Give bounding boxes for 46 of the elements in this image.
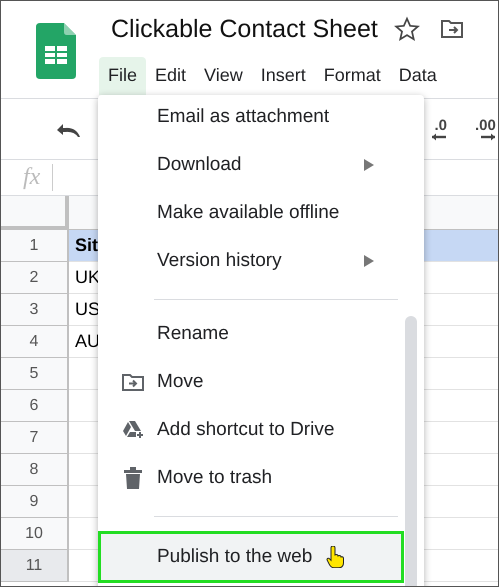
folder-icon (122, 373, 144, 391)
menu-item[interactable]: Move to trash (98, 454, 424, 502)
table-cell-text: UK (74, 267, 100, 288)
menu-item[interactable]: Download (98, 141, 424, 189)
folder-icon[interactable] (440, 18, 464, 40)
row-number[interactable]: 2 (1, 262, 69, 294)
row-number[interactable]: 8 (1, 454, 69, 486)
row-number[interactable]: 1 (1, 230, 69, 262)
row-number[interactable]: 6 (1, 390, 69, 422)
menu-tab[interactable]: File (99, 57, 146, 95)
menu-tab[interactable]: Edit (146, 57, 196, 95)
hand-cursor-icon (326, 546, 344, 568)
submenu-arrow-icon (364, 159, 374, 171)
arrow-icon (480, 133, 496, 141)
row-number[interactable]: 11 (1, 550, 69, 582)
scrollbar[interactable] (405, 316, 417, 586)
decrease-decimal-button[interactable]: .0 (431, 119, 447, 141)
table-cell-text: Sit (74, 235, 98, 256)
formula-label: fx (23, 164, 54, 191)
arrow-icon (431, 133, 447, 141)
menu-item[interactable]: Make available offline (98, 189, 424, 237)
drive-icon (122, 420, 144, 440)
trash-icon (124, 467, 142, 489)
menu-tab[interactable]: Data (390, 57, 446, 95)
increase-decimal-button[interactable]: .00 (475, 119, 496, 141)
undo-icon[interactable] (56, 122, 82, 138)
sheets-logo-icon[interactable] (36, 23, 76, 79)
menu-item[interactable]: Add shortcut to Drive (98, 406, 424, 454)
row-number[interactable]: 3 (1, 294, 69, 326)
menu-item[interactable]: Move (98, 358, 424, 406)
document-title[interactable]: Clickable Contact Sheet (111, 14, 378, 44)
row-number[interactable]: 9 (1, 486, 69, 518)
submenu-arrow-icon (364, 255, 374, 267)
table-cell-text: US (74, 299, 100, 320)
menu-tab[interactable]: Insert (252, 57, 315, 95)
menu-tab[interactable]: Format (314, 57, 390, 95)
menu-item[interactable]: Email as attachment (98, 93, 424, 141)
row-number[interactable]: 4 (1, 326, 69, 358)
menu-tab[interactable]: View (195, 57, 252, 95)
menu-item[interactable]: Publish to the web (98, 531, 404, 583)
star-icon[interactable] (394, 16, 420, 42)
row-number[interactable]: 10 (1, 518, 69, 550)
row-number[interactable]: 5 (1, 358, 69, 390)
row-number[interactable]: 7 (1, 422, 69, 454)
menu-item[interactable]: Version history (98, 237, 424, 285)
menu-item[interactable]: Rename (98, 310, 424, 358)
